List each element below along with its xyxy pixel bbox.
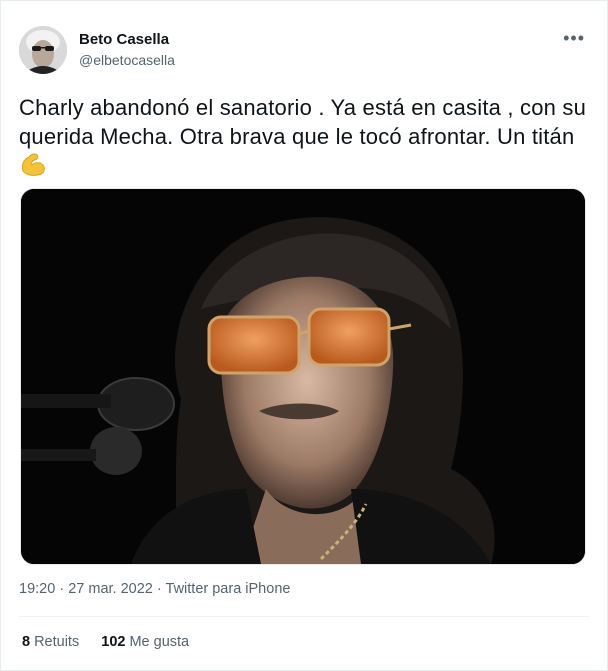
user-handle[interactable]: @elbetocasella (79, 52, 175, 68)
likes-stat[interactable]: 102 Me gusta (101, 634, 189, 650)
tweet-source[interactable]: Twitter para iPhone (166, 581, 291, 597)
retweets-label: Retuits (34, 634, 80, 650)
tweet-text-content: Charly abandonó el sanatorio . Ya está e… (19, 95, 587, 149)
tweet-stats: 8 Retuits 102 Me gusta (22, 634, 207, 650)
meta-separator: · (59, 581, 65, 597)
tweet-date[interactable]: 27 mar. 2022 (68, 581, 153, 597)
retweets-stat[interactable]: 8 Retuits (22, 634, 79, 650)
flexed-biceps-icon (19, 151, 47, 177)
divider (19, 616, 589, 617)
avatar[interactable] (19, 26, 67, 74)
meta-separator: · (156, 581, 162, 597)
likes-count: 102 (101, 634, 126, 650)
tweet-photo[interactable] (20, 188, 586, 565)
likes-label: Me gusta (129, 634, 190, 650)
tweet-time[interactable]: 19:20 (19, 581, 55, 597)
tweet-meta: 19:20 · 27 mar. 2022 · Twitter para iPho… (19, 581, 290, 597)
retweets-count: 8 (22, 634, 31, 650)
user-display-name[interactable]: Beto Casella (79, 31, 169, 48)
tweet-text: Charly abandonó el sanatorio . Ya está e… (19, 93, 589, 181)
more-options-icon[interactable]: ••• (563, 28, 585, 49)
tweet-header: Beto Casella @elbetocasella ••• (19, 26, 589, 76)
